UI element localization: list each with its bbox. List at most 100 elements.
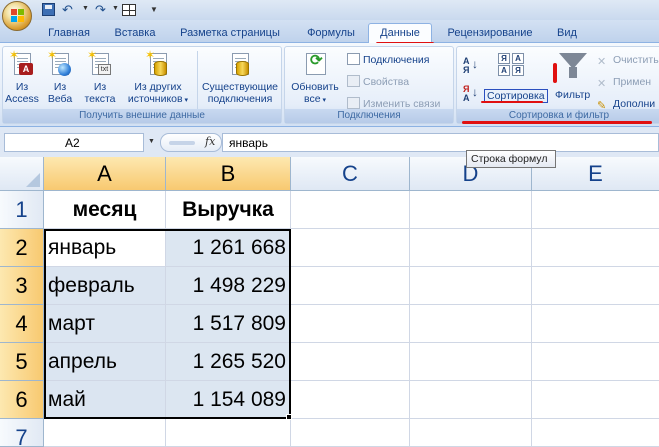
office-logo-icon [11, 9, 24, 22]
sort-button[interactable]: Я А А Я Сортировка [481, 49, 548, 107]
refresh-all-button[interactable]: Обновить все ▾ [287, 51, 343, 107]
cell-c5[interactable] [291, 343, 410, 381]
customize-toolbar-icon[interactable]: ▼ [150, 3, 160, 17]
formula-bar: A2 ▼ fx январь [0, 127, 659, 157]
cell-c7[interactable] [291, 419, 410, 447]
splitter-handle[interactable] [169, 141, 195, 145]
cell-a4[interactable]: март [44, 305, 166, 343]
row-header-5[interactable]: 5 [0, 343, 44, 381]
redo-dropdown-icon[interactable]: ▼ [112, 5, 119, 12]
cell-b1[interactable]: Выручка [166, 191, 291, 229]
filter-label: Фильтр [555, 89, 591, 101]
tab-view[interactable]: Вид [552, 24, 582, 43]
cell-c6[interactable] [291, 381, 410, 419]
redo-icon[interactable]: ↷ [95, 3, 113, 17]
cell-a3[interactable]: февраль [44, 267, 166, 305]
group-label-connections: Подключения [285, 109, 453, 123]
row-header-6[interactable]: 6 [0, 381, 44, 419]
properties-button[interactable]: Свойства [347, 75, 409, 89]
column-header-b[interactable]: B [166, 157, 291, 191]
group-connections: Обновить все ▾ Подключения Свойства Изме… [284, 46, 454, 124]
tab-data[interactable]: Данные [368, 23, 432, 44]
tab-review[interactable]: Рецензирование [440, 24, 540, 43]
cell-e5[interactable] [532, 343, 659, 381]
sort-za-letter-a: А [463, 93, 470, 103]
cell-b5[interactable]: 1 265 520 [166, 343, 291, 381]
access-icon: ✶ A [9, 49, 35, 79]
select-all-corner[interactable] [0, 157, 44, 191]
cell-c2[interactable] [291, 229, 410, 267]
cell-a5[interactable]: апрель [44, 343, 166, 381]
cell-d3[interactable] [410, 267, 532, 305]
fx-icon: fx [205, 135, 216, 148]
cell-c1[interactable] [291, 191, 410, 229]
cell-b4[interactable]: 1 517 809 [166, 305, 291, 343]
row-header-3[interactable]: 3 [0, 267, 44, 305]
sort-icon-cell-4: Я [512, 65, 524, 76]
cell-d6[interactable] [410, 381, 532, 419]
from-other-sources-button[interactable]: ✶ Из других источников ▾ [123, 49, 193, 107]
filter-button[interactable]: Фильтр [553, 49, 593, 107]
sort-icon-cell-3: А [498, 65, 510, 76]
cell-d2[interactable] [410, 229, 532, 267]
formula-input[interactable]: январь [222, 133, 659, 152]
office-button[interactable] [2, 1, 32, 31]
from-web-button[interactable]: ✶ Из Веба [41, 49, 79, 105]
name-box[interactable]: A2 [4, 133, 144, 152]
cell-d7[interactable] [410, 419, 532, 447]
undo-dropdown-icon[interactable]: ▼ [82, 5, 89, 12]
connections-button[interactable]: Подключения [347, 53, 429, 67]
cell-b6[interactable]: 1 154 089 [166, 381, 291, 419]
from-text-button[interactable]: ✶ txt Из текста [80, 49, 120, 105]
row-header-7[interactable]: 7 [0, 419, 44, 447]
cell-a2[interactable]: январь [44, 229, 166, 267]
from-access-button[interactable]: ✶ A Из Access [3, 49, 41, 105]
cell-c4[interactable] [291, 305, 410, 343]
cell-e1[interactable] [532, 191, 659, 229]
borders-icon[interactable] [122, 4, 136, 16]
reapply-label: Примен [613, 76, 652, 88]
sort-az-button[interactable]: А Я ↓ [461, 55, 481, 77]
cell-b3[interactable]: 1 498 229 [166, 267, 291, 305]
tab-insert[interactable]: Вставка [110, 24, 160, 43]
fill-handle[interactable] [286, 414, 292, 420]
cell-e6[interactable] [532, 381, 659, 419]
save-icon[interactable] [42, 3, 55, 16]
cell-e7[interactable] [532, 419, 659, 447]
reapply-button[interactable]: ✕ Примен [597, 75, 652, 90]
tab-home[interactable]: Главная [44, 24, 94, 43]
cell-b2[interactable]: 1 261 668 [166, 229, 291, 267]
tab-formulas[interactable]: Формулы [298, 24, 364, 43]
connections-icon [347, 53, 360, 65]
cell-e2[interactable] [532, 229, 659, 267]
cell-d5[interactable] [410, 343, 532, 381]
edit-links-icon [347, 97, 360, 109]
cell-a7[interactable] [44, 419, 166, 447]
column-header-c[interactable]: C [291, 157, 410, 191]
cell-b7[interactable] [166, 419, 291, 447]
row-header-4[interactable]: 4 [0, 305, 44, 343]
refresh-label-1: Обновить [291, 81, 339, 93]
name-box-dropdown-icon[interactable]: ▼ [148, 138, 155, 145]
sort-za-button[interactable]: Я А ↓ [461, 83, 481, 105]
clear-filter-icon: ✕ [597, 56, 607, 68]
tab-page-layout[interactable]: Разметка страницы [174, 24, 286, 43]
undo-icon[interactable]: ↶ [62, 3, 80, 17]
row-header-1[interactable]: 1 [0, 191, 44, 229]
clear-filter-button[interactable]: ✕ Очистить [597, 53, 659, 68]
existing-connections-label-2: подключения [207, 93, 273, 105]
row-header-2[interactable]: 2 [0, 229, 44, 267]
cell-d1[interactable] [410, 191, 532, 229]
from-web-label-1: Из [53, 81, 67, 93]
cell-a1[interactable]: месяц [44, 191, 166, 229]
cell-a6[interactable]: май [44, 381, 166, 419]
properties-icon [347, 75, 360, 87]
ribbon: ✶ A Из Access ✶ Из Веба ✶ txt Из текста ✶ … [0, 43, 659, 127]
insert-function-button[interactable]: fx [160, 133, 222, 152]
existing-connections-button[interactable]: Существующие подключения [199, 51, 281, 105]
cell-e4[interactable] [532, 305, 659, 343]
cell-d4[interactable] [410, 305, 532, 343]
column-header-a[interactable]: A [44, 157, 166, 191]
cell-c3[interactable] [291, 267, 410, 305]
cell-e3[interactable] [532, 267, 659, 305]
